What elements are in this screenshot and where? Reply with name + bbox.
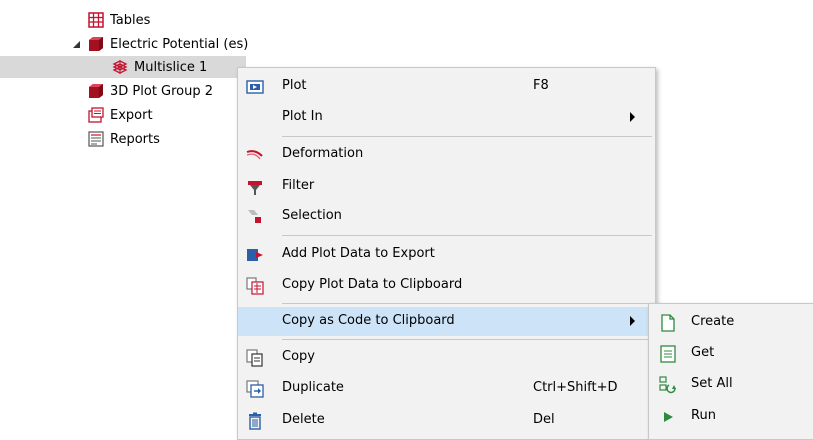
menu-separator bbox=[282, 235, 652, 236]
new-document-icon bbox=[661, 314, 675, 332]
collapse-arrow-icon[interactable] bbox=[72, 39, 82, 49]
tree-item-multislice-1[interactable]: Multislice 1 bbox=[0, 56, 246, 78]
menu-item-copy[interactable]: Copy bbox=[238, 343, 655, 372]
menu-item-add-plot-data-to-export[interactable]: Add Plot Data to Export bbox=[238, 240, 655, 269]
menu-item-filter[interactable]: Filter bbox=[238, 172, 655, 201]
menu-item-label: Duplicate bbox=[282, 380, 344, 395]
menu-item-label: Plot In bbox=[282, 109, 323, 124]
plot-group-icon bbox=[89, 84, 103, 98]
menu-item-label: Plot bbox=[282, 78, 307, 93]
menu-item-label: Filter bbox=[282, 178, 315, 193]
menu-item-label: Set All bbox=[691, 376, 733, 391]
menu-separator bbox=[282, 303, 652, 304]
tree-item-label: Export bbox=[110, 107, 153, 123]
menu-item-delete[interactable]: Delete Del bbox=[238, 406, 655, 435]
menu-item-label: Deformation bbox=[282, 146, 364, 161]
multislice-icon bbox=[112, 60, 128, 74]
menu-item-duplicate[interactable]: Duplicate Ctrl+Shift+D bbox=[238, 374, 655, 403]
plot-group-icon bbox=[89, 37, 103, 51]
submenu-item-get[interactable]: Get bbox=[649, 339, 813, 368]
copy-icon bbox=[246, 349, 263, 367]
deformation-icon bbox=[246, 150, 263, 160]
menu-separator bbox=[282, 339, 652, 340]
tree-item-label: Tables bbox=[110, 12, 151, 28]
menu-item-label: Copy as Code to Clipboard bbox=[282, 313, 455, 328]
export-icon bbox=[88, 107, 104, 123]
tree-item-label: Multislice 1 bbox=[134, 59, 208, 75]
menu-item-label: Get bbox=[691, 345, 715, 360]
play-icon bbox=[664, 412, 673, 422]
tree-item-label: 3D Plot Group 2 bbox=[110, 83, 214, 99]
submenu-arrow-icon bbox=[630, 316, 635, 326]
copy-as-code-submenu: Create Get Set All Run bbox=[648, 303, 813, 440]
menu-item-shortcut: F8 bbox=[533, 78, 549, 93]
plot-icon bbox=[246, 80, 264, 94]
tree-item-export[interactable]: Export bbox=[88, 104, 153, 126]
menu-item-copy-plot-data[interactable]: Copy Plot Data to Clipboard bbox=[238, 271, 655, 300]
tree-item-label: Electric Potential (es) bbox=[110, 36, 249, 52]
menu-item-shortcut: Del bbox=[533, 412, 555, 427]
selection-icon bbox=[248, 210, 261, 223]
tree-item-electric-potential[interactable]: Electric Potential (es) bbox=[73, 33, 249, 55]
tree-item-reports[interactable]: Reports bbox=[88, 128, 160, 150]
menu-item-selection[interactable]: Selection bbox=[238, 202, 655, 231]
menu-item-copy-as-code[interactable]: Copy as Code to Clipboard bbox=[238, 307, 655, 336]
menu-item-plot[interactable]: Plot F8 bbox=[238, 72, 655, 101]
menu-item-label: Add Plot Data to Export bbox=[282, 246, 435, 261]
menu-item-label: Create bbox=[691, 314, 735, 329]
menu-separator bbox=[282, 136, 652, 137]
tree-item-3d-plot-group-2[interactable]: 3D Plot Group 2 bbox=[88, 80, 213, 102]
submenu-item-set-all[interactable]: Set All bbox=[649, 370, 813, 399]
clipboard-icon bbox=[246, 277, 264, 295]
submenu-item-create[interactable]: Create bbox=[649, 308, 813, 337]
duplicate-icon bbox=[246, 380, 264, 398]
set-all-icon bbox=[659, 376, 676, 394]
tree-item-label: Reports bbox=[110, 131, 160, 147]
menu-item-label: Selection bbox=[282, 208, 342, 223]
submenu-arrow-icon bbox=[630, 112, 635, 122]
menu-item-label: Copy Plot Data to Clipboard bbox=[282, 277, 463, 292]
context-menu: Plot F8 Plot In Deformation Filter Selec… bbox=[237, 67, 656, 440]
menu-item-deformation[interactable]: Deformation bbox=[238, 140, 655, 169]
menu-item-label: Delete bbox=[282, 412, 325, 427]
table-icon bbox=[88, 12, 104, 28]
list-document-icon bbox=[660, 345, 676, 363]
trash-icon bbox=[249, 412, 261, 430]
menu-item-label: Copy bbox=[282, 349, 315, 364]
menu-item-label: Run bbox=[691, 408, 716, 423]
filter-icon bbox=[248, 181, 262, 195]
submenu-item-run[interactable]: Run bbox=[649, 402, 813, 431]
reports-icon bbox=[88, 131, 104, 147]
menu-item-shortcut: Ctrl+Shift+D bbox=[533, 380, 618, 395]
menu-item-plot-in[interactable]: Plot In bbox=[238, 103, 655, 132]
add-export-icon bbox=[247, 249, 263, 261]
tree-item-tables[interactable]: Tables bbox=[88, 9, 150, 31]
